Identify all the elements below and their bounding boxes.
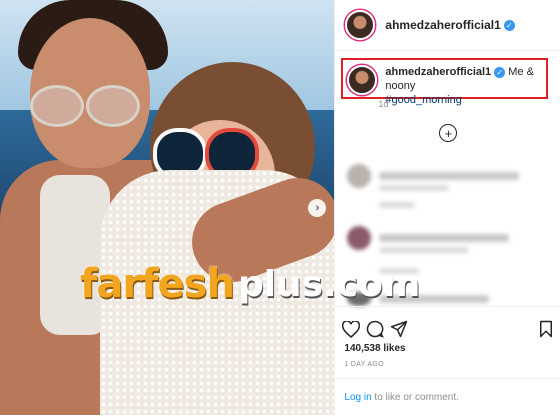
- bookmark-icon[interactable]: [536, 319, 556, 339]
- caption-time: 1d: [378, 99, 389, 109]
- photo-man-sunglasses: [30, 85, 140, 127]
- comment-icon[interactable]: [365, 319, 385, 339]
- paper-plane-icon[interactable]: [389, 319, 409, 339]
- avatar[interactable]: [345, 10, 376, 40]
- heart-icon[interactable]: [341, 319, 361, 339]
- watermark-part2: plus.com: [237, 263, 421, 305]
- login-link[interactable]: Log in: [344, 392, 371, 403]
- watermark-part1: farfesh: [80, 261, 235, 307]
- verified-badge-icon: ✓: [503, 19, 515, 31]
- blurred-avatar: [347, 226, 372, 250]
- photo-girl-sunglasses: [153, 128, 259, 180]
- verified-badge-icon: ✓: [494, 66, 506, 78]
- likes-count[interactable]: 140,538 likes: [344, 343, 405, 354]
- blurred-comment-meta: [379, 202, 416, 208]
- plus-circle-icon[interactable]: +: [439, 124, 458, 142]
- login-prompt: Log in to like or comment.: [335, 378, 560, 416]
- post-header: ahmedzaherofficial1 ✓: [335, 0, 560, 51]
- caption-text: ahmedzaherofficial1 ✓ Me & noony #good_mo…: [385, 65, 546, 107]
- blurred-comment-text: [379, 185, 450, 191]
- blurred-avatar: [347, 164, 372, 188]
- blurred-comment-text: [379, 172, 520, 180]
- login-prompt-text: to like or comment.: [371, 392, 459, 403]
- caption-highlight: ahmedzaherofficial1 ✓ Me & noony #good_mo…: [341, 58, 549, 106]
- instagram-post: › farfesh plus.com ahmedzaherofficial1 ✓…: [0, 0, 560, 415]
- header-username[interactable]: ahmedzaherofficial1: [385, 18, 500, 32]
- post-timestamp: 1 DAY AGO: [344, 361, 384, 368]
- watermark-logo: farfesh plus.com: [80, 261, 480, 307]
- post-photo[interactable]: ›: [0, 0, 335, 415]
- blurred-comment-text: [379, 234, 510, 242]
- caption-username[interactable]: ahmedzaherofficial1: [385, 66, 491, 78]
- post-sidebar: ahmedzaherofficial1 ✓ ahmedzaherofficial…: [334, 0, 560, 415]
- blurred-comment-text: [379, 247, 470, 253]
- caption-avatar[interactable]: [347, 65, 378, 95]
- hashtag-link[interactable]: #good_morning: [385, 94, 461, 106]
